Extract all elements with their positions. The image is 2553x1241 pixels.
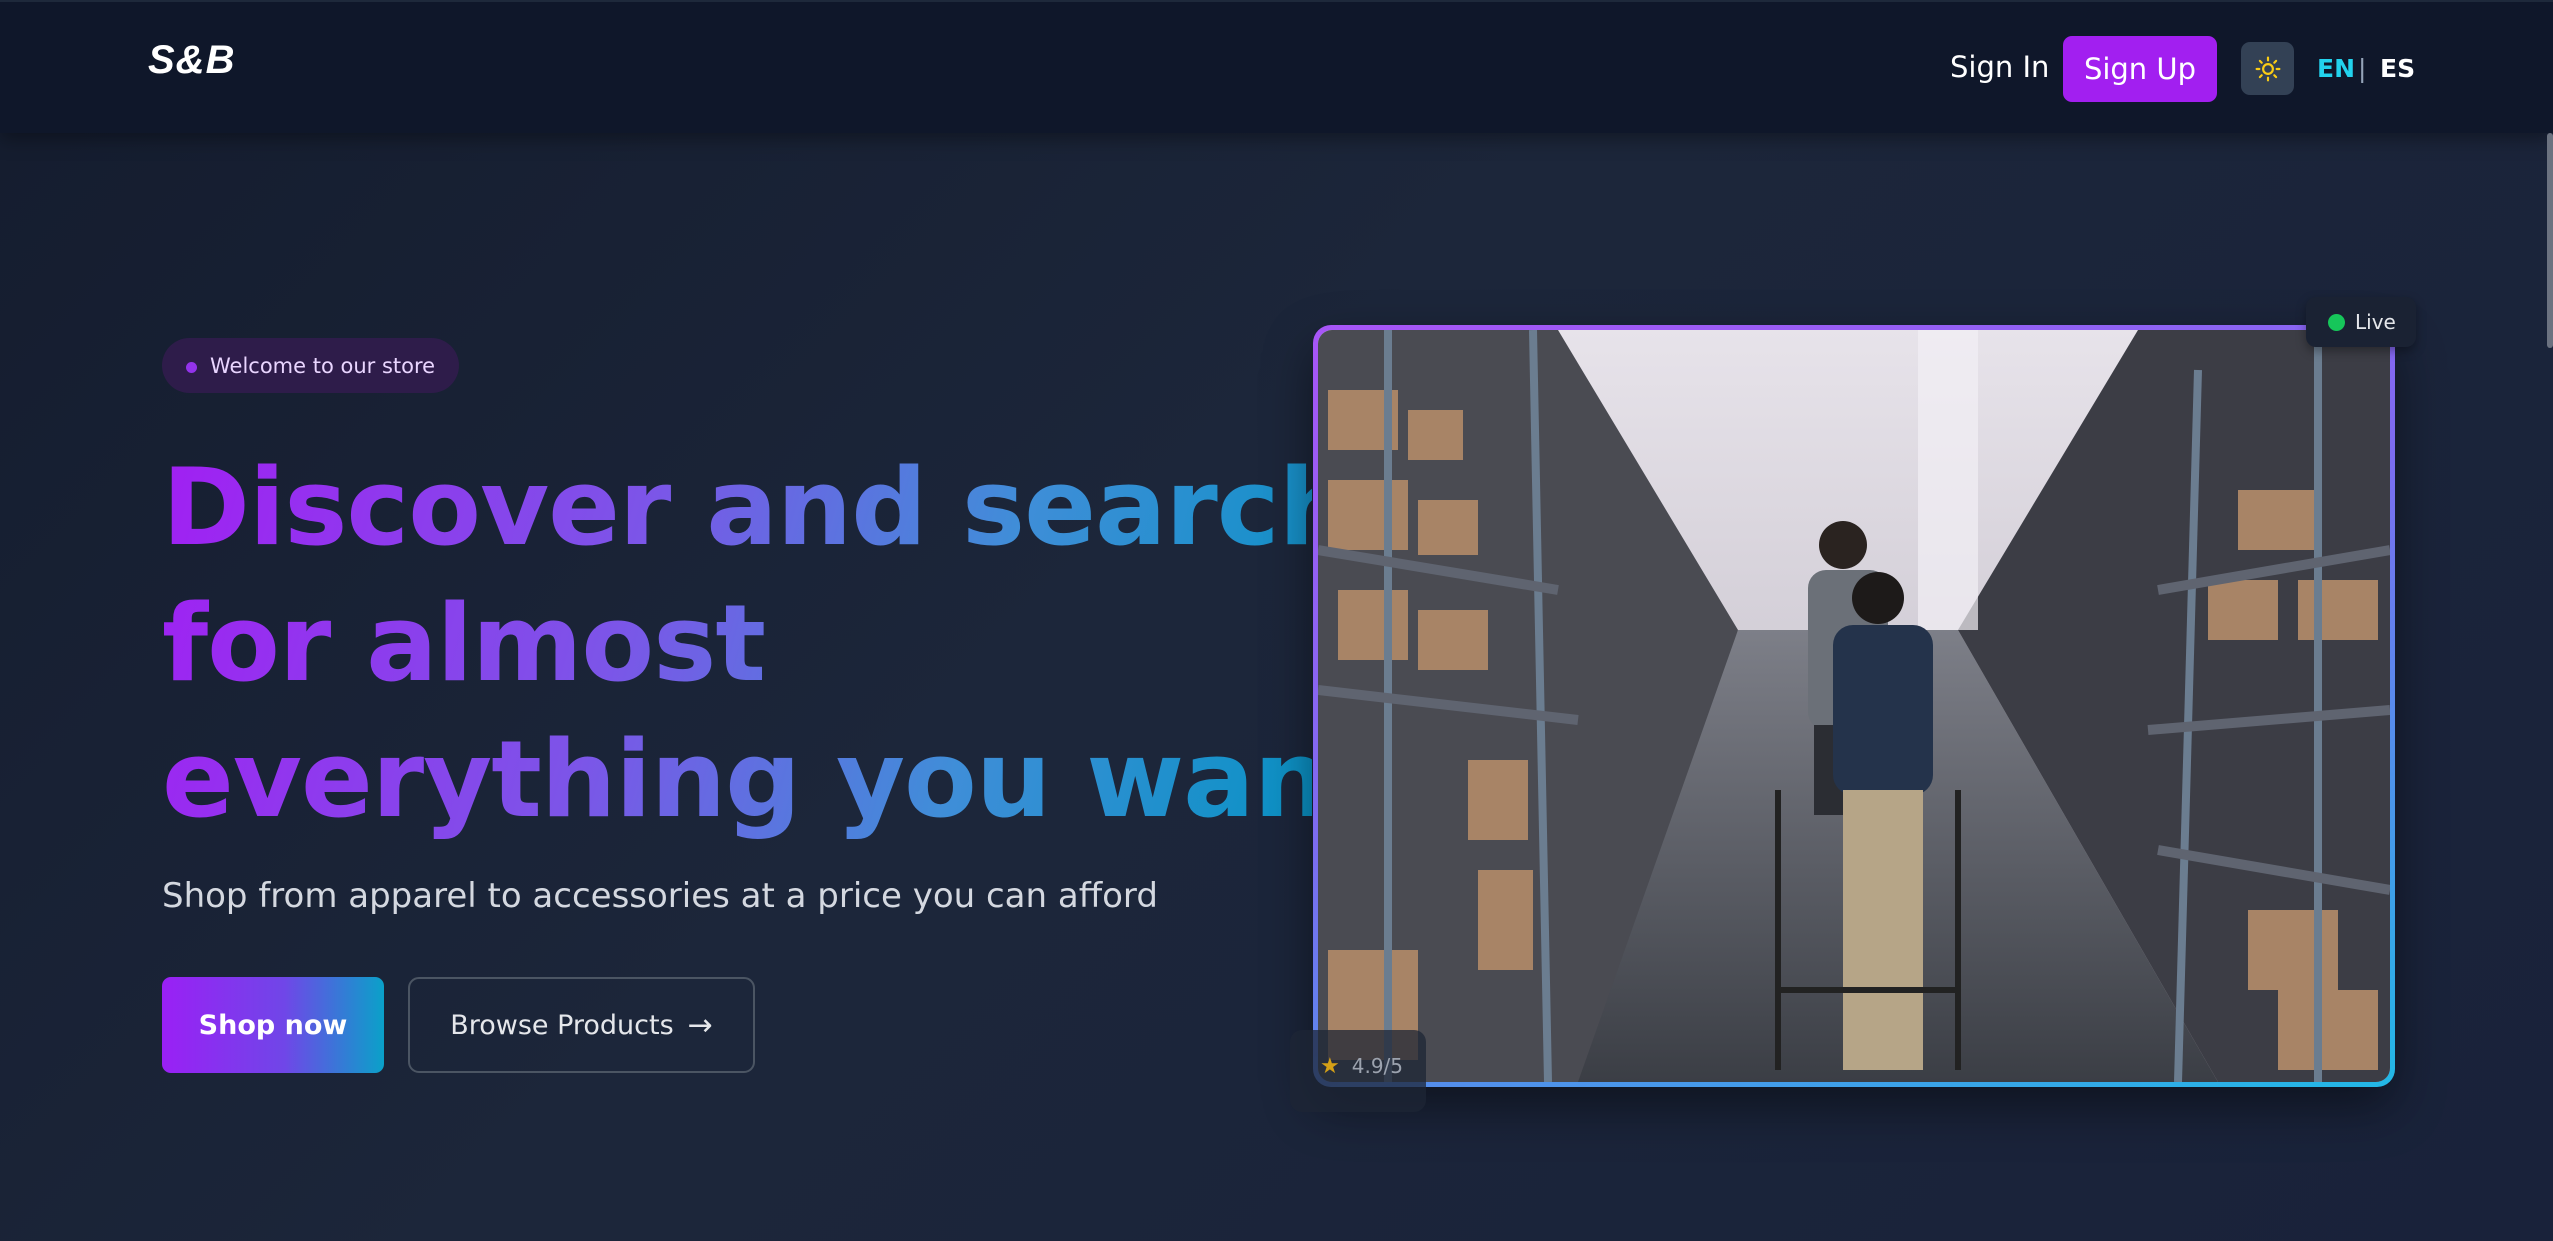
headline-line-3: everything you want	[162, 718, 1378, 841]
headline-line-1: Discover and search	[162, 446, 1354, 569]
hero-image-frame	[1313, 325, 2395, 1087]
live-status-badge: Live	[2306, 297, 2416, 347]
theme-toggle-button[interactable]	[2241, 42, 2294, 95]
browse-products-label: Browse Products	[450, 1009, 674, 1041]
welcome-badge: Welcome to our store	[162, 338, 460, 393]
arrow-right-icon: →	[687, 1007, 713, 1043]
rating-badge: ★ 4.9/5	[1290, 1030, 1426, 1112]
hero-headline: Discover and search for almost everythin…	[162, 440, 1312, 848]
warehouse-illustration	[1318, 330, 2390, 1082]
sign-in-button[interactable]: Sign In	[1950, 50, 2049, 84]
warehouse-aisle-photo	[1318, 330, 2390, 1082]
badge-dot-icon	[186, 362, 197, 373]
sign-up-button[interactable]: Sign Up	[2063, 36, 2217, 102]
page-scrollbar[interactable]	[2547, 133, 2553, 348]
headline-line-2: for almost	[162, 582, 766, 705]
shop-now-button[interactable]: Shop now	[162, 977, 384, 1073]
live-dot-icon	[2328, 313, 2345, 331]
sun-icon	[2255, 56, 2280, 81]
star-icon: ★	[1320, 1054, 1340, 1079]
welcome-badge-label: Welcome to our store	[210, 353, 436, 378]
live-label: Live	[2355, 310, 2396, 334]
language-es[interactable]: ES	[2380, 54, 2415, 83]
language-en[interactable]: EN	[2317, 54, 2355, 83]
browse-products-button[interactable]: Browse Products →	[408, 977, 755, 1073]
rating-value: 4.9/5	[1351, 1054, 1404, 1078]
hero-subtitle: Shop from apparel to accessories at a pr…	[162, 876, 1158, 916]
language-separator: |	[2358, 54, 2367, 83]
top-navbar: S&B Sign In Sign Up EN | ES	[0, 0, 2553, 133]
brand-logo[interactable]: S&B	[148, 38, 235, 83]
